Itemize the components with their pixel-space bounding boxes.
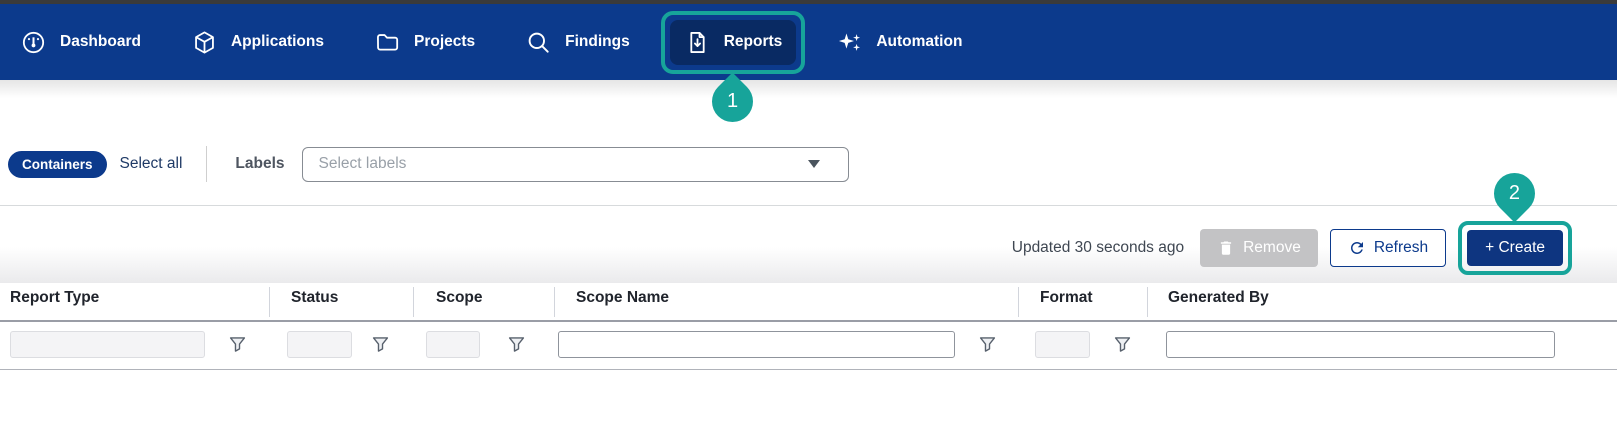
- labels-label: Labels: [235, 155, 284, 173]
- filter-row-border: [0, 369, 1617, 370]
- format-filter-icon[interactable]: [1114, 336, 1131, 353]
- report-type-filter-input[interactable]: [10, 331, 205, 358]
- updated-status-text: Updated 30 seconds ago: [1012, 239, 1184, 257]
- nav-item-projects[interactable]: Projects: [360, 20, 489, 65]
- scope-filter-icon[interactable]: [508, 336, 525, 353]
- format-filter-input[interactable]: [1035, 331, 1090, 358]
- table-toolbar: Updated 30 seconds ago Remove Refresh + …: [1012, 221, 1572, 275]
- section-divider: [0, 205, 1617, 206]
- report-download-icon: [684, 29, 711, 56]
- nav-label-projects: Projects: [414, 33, 475, 51]
- nav-label-dashboard: Dashboard: [60, 33, 141, 51]
- column-divider: [1147, 287, 1148, 317]
- column-divider: [1018, 287, 1019, 317]
- column-header-status[interactable]: Status: [291, 289, 338, 307]
- create-button[interactable]: + Create: [1467, 230, 1563, 266]
- column-header-scope[interactable]: Scope: [436, 289, 483, 307]
- create-button-label: + Create: [1485, 239, 1545, 257]
- refresh-button[interactable]: Refresh: [1330, 229, 1446, 267]
- scope-name-filter-icon[interactable]: [979, 336, 996, 353]
- nav-label-applications: Applications: [231, 33, 324, 51]
- column-header-scope-name[interactable]: Scope Name: [576, 289, 669, 307]
- table-header-border: [0, 320, 1617, 322]
- step-marker-1-number: 1: [727, 90, 738, 113]
- select-labels-placeholder: Select labels: [319, 155, 808, 173]
- column-header-report-type[interactable]: Report Type: [10, 289, 99, 307]
- nav-label-reports: Reports: [724, 33, 783, 51]
- nav-item-findings[interactable]: Findings: [511, 20, 644, 65]
- status-filter-icon[interactable]: [372, 336, 389, 353]
- remove-button[interactable]: Remove: [1200, 229, 1318, 267]
- nav-item-dashboard[interactable]: Dashboard: [6, 20, 155, 65]
- navbar-shadow: [0, 80, 1617, 98]
- scope-name-filter-input[interactable]: [558, 331, 955, 358]
- search-icon: [525, 29, 552, 56]
- gauge-icon: [20, 29, 47, 56]
- remove-button-label: Remove: [1243, 239, 1301, 257]
- column-divider: [413, 287, 414, 317]
- nav-label-findings: Findings: [565, 33, 630, 51]
- cube-icon: [191, 29, 218, 56]
- nav-item-applications[interactable]: Applications: [177, 20, 338, 65]
- select-labels-dropdown[interactable]: Select labels: [302, 147, 849, 182]
- folder-icon: [374, 29, 401, 56]
- step-marker-2: 2: [1486, 165, 1544, 223]
- generated-by-filter-input[interactable]: [1166, 331, 1555, 358]
- containers-badge[interactable]: Containers: [8, 151, 107, 178]
- select-all-button[interactable]: Select all: [120, 155, 183, 173]
- annotation-box-reports: Reports 1: [661, 11, 806, 74]
- step-marker-2-number: 2: [1509, 182, 1520, 205]
- nav-label-automation: Automation: [876, 33, 962, 51]
- filter-bar-divider: [206, 146, 207, 182]
- column-divider: [269, 287, 270, 317]
- scope-filter-input[interactable]: [426, 331, 480, 358]
- main-navbar: Dashboard Applications Projects Findings: [0, 4, 1617, 80]
- nav-item-automation[interactable]: Automation: [822, 20, 976, 65]
- column-divider: [554, 287, 555, 317]
- report-type-filter-icon[interactable]: [229, 336, 246, 353]
- sparkles-icon: [836, 29, 863, 56]
- nav-item-reports[interactable]: Reports: [670, 20, 797, 65]
- filter-bar: Containers Select all Labels Select labe…: [8, 146, 849, 182]
- trash-icon: [1217, 239, 1235, 257]
- chevron-down-icon: [808, 160, 820, 168]
- column-header-format[interactable]: Format: [1040, 289, 1093, 307]
- column-header-generated-by[interactable]: Generated By: [1168, 289, 1269, 307]
- annotation-box-create: + Create 2: [1458, 221, 1572, 275]
- status-filter-input[interactable]: [287, 331, 352, 358]
- refresh-icon: [1348, 239, 1366, 257]
- refresh-button-label: Refresh: [1374, 239, 1428, 257]
